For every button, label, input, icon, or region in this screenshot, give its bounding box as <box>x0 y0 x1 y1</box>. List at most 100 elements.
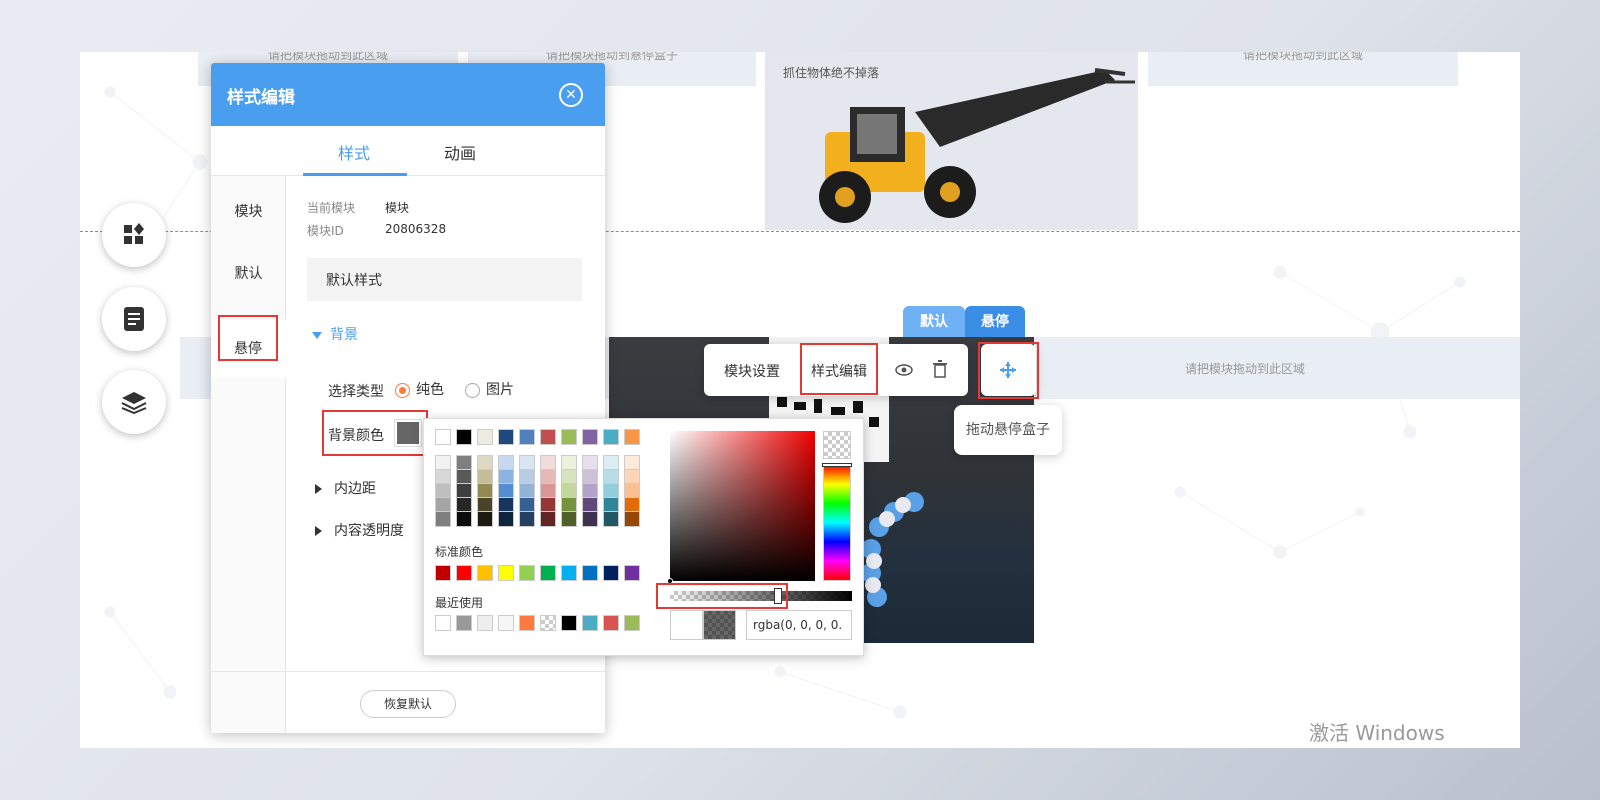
color-swatch[interactable] <box>498 615 514 631</box>
color-swatch[interactable] <box>603 615 619 631</box>
style-preset-value: 默认样式 <box>326 273 382 289</box>
type-option-solid-label: 纯色 <box>416 382 444 398</box>
module-settings-button[interactable]: 模块设置 <box>724 361 780 381</box>
color-swatch[interactable] <box>561 615 577 631</box>
color-swatch[interactable] <box>456 429 472 445</box>
page-icon <box>124 307 144 331</box>
color-swatch[interactable] <box>498 511 514 527</box>
color-swatch[interactable] <box>498 565 514 581</box>
page-button[interactable] <box>102 287 166 351</box>
style-preset-select[interactable]: 默认样式 <box>307 258 582 301</box>
sidebar-item-module[interactable]: 模块 <box>211 201 286 221</box>
move-tooltip: 拖动悬停盒子 <box>954 405 1062 455</box>
chevron-down-icon <box>312 331 322 339</box>
color-swatch[interactable] <box>456 615 472 631</box>
highlight-move-button <box>978 342 1039 399</box>
standard-colors-label: 标准颜色 <box>435 545 484 559</box>
state-tab-hover[interactable]: 悬停 <box>965 306 1025 338</box>
current-color-preview <box>703 610 736 640</box>
opacity-section-title: 内容透明度 <box>334 523 404 539</box>
dialog-footer: 恢复默认 <box>211 671 605 733</box>
drop-zone[interactable]: 请把模块拖动到此区域 <box>1015 337 1475 399</box>
color-swatch[interactable] <box>435 511 451 527</box>
color-swatch[interactable] <box>582 429 598 445</box>
tab-animation[interactable]: 动画 <box>444 140 476 164</box>
color-swatch[interactable] <box>435 615 451 631</box>
color-swatch[interactable] <box>603 429 619 445</box>
transparent-swatch[interactable] <box>823 431 851 459</box>
radio-unchecked-icon <box>465 382 480 398</box>
opacity-section-toggle[interactable]: 内容透明度 <box>315 520 404 540</box>
color-swatch[interactable] <box>624 615 640 631</box>
dialog-tabs: 样式 动画 <box>211 126 605 176</box>
dialog-title: 样式编辑 <box>227 88 295 108</box>
state-sidebar: 模块 默认 悬停 <box>211 176 286 733</box>
color-swatch[interactable] <box>519 615 535 631</box>
windows-activation-watermark: 激活 Windows <box>1309 721 1445 745</box>
color-swatch[interactable] <box>435 565 451 581</box>
hue-handle[interactable] <box>822 463 852 467</box>
color-swatch[interactable] <box>603 565 619 581</box>
color-swatch[interactable] <box>603 511 619 527</box>
chevron-right-icon <box>315 526 322 536</box>
padding-section-title: 内边距 <box>334 481 376 497</box>
current-module-value: 模块 <box>385 201 410 215</box>
add-module-button[interactable] <box>102 203 166 267</box>
color-swatch[interactable] <box>519 565 535 581</box>
module-id-label: 模块ID <box>307 224 344 238</box>
color-swatch[interactable] <box>561 511 577 527</box>
highlight-hover-tab <box>218 315 278 361</box>
color-swatch[interactable] <box>582 511 598 527</box>
layers-button[interactable] <box>102 370 166 434</box>
color-swatch[interactable] <box>561 429 577 445</box>
color-swatch[interactable] <box>456 565 472 581</box>
color-swatch[interactable] <box>540 615 556 631</box>
hover-drop-zone-text: 请把模块拖动到悬停盒子 <box>545 52 678 62</box>
color-swatch[interactable] <box>540 565 556 581</box>
color-swatch[interactable] <box>540 429 556 445</box>
tab-style[interactable]: 样式 <box>338 140 370 164</box>
dialog-header: 样式编辑 ✕ <box>211 63 605 126</box>
highlight-style-edit <box>800 343 878 395</box>
module-id-value: 20806328 <box>385 222 447 236</box>
product-photo[interactable]: 抓住物体绝不掉落 <box>765 52 1138 230</box>
telehandler-image <box>819 68 1135 223</box>
state-tab-default[interactable]: 默认 <box>903 306 965 338</box>
color-swatch[interactable] <box>582 565 598 581</box>
rgba-input[interactable]: rgba(0, 0, 0, 0. <box>746 610 852 640</box>
color-swatch[interactable] <box>624 511 640 527</box>
color-swatch[interactable] <box>624 429 640 445</box>
color-swatch[interactable] <box>456 511 472 527</box>
color-swatch[interactable] <box>498 429 514 445</box>
active-tab-indicator <box>303 173 407 176</box>
background-section-toggle[interactable]: 背景 <box>312 324 358 344</box>
drop-zone-text: 请把模块拖动到此区域 <box>267 52 388 62</box>
saturation-value-area[interactable] <box>667 431 815 584</box>
color-swatch[interactable] <box>477 565 493 581</box>
color-swatch[interactable] <box>477 429 493 445</box>
original-color-preview <box>670 610 703 640</box>
current-module-label: 当前模块 <box>307 201 356 215</box>
color-swatch[interactable] <box>540 511 556 527</box>
color-swatch[interactable] <box>519 511 535 527</box>
color-swatch[interactable] <box>477 511 493 527</box>
color-swatch[interactable] <box>435 429 451 445</box>
drop-zone[interactable]: 请把模块拖动到此区域 <box>1148 52 1458 86</box>
hue-slider[interactable] <box>822 463 852 581</box>
color-swatch[interactable] <box>519 429 535 445</box>
eye-icon[interactable] <box>895 362 913 378</box>
color-swatch[interactable] <box>582 615 598 631</box>
radio-checked-icon <box>395 382 410 398</box>
color-swatch[interactable] <box>561 565 577 581</box>
type-option-solid[interactable]: 纯色 <box>395 379 444 399</box>
color-swatch[interactable] <box>624 565 640 581</box>
type-option-image[interactable]: 图片 <box>465 379 514 399</box>
trash-icon[interactable] <box>932 360 948 378</box>
highlight-bg-color <box>322 410 428 456</box>
reset-default-button[interactable]: 恢复默认 <box>360 690 456 718</box>
chevron-right-icon <box>315 484 322 494</box>
close-button[interactable]: ✕ <box>559 83 583 107</box>
color-swatch[interactable] <box>477 615 493 631</box>
padding-section-toggle[interactable]: 内边距 <box>315 478 376 498</box>
sidebar-item-default[interactable]: 默认 <box>211 263 286 283</box>
